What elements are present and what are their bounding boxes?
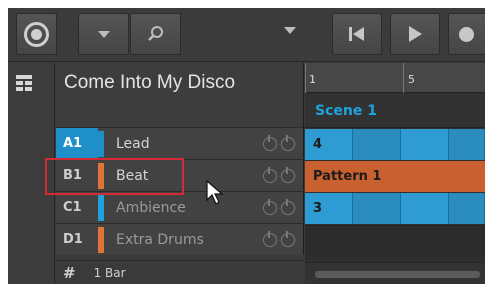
solo-icon[interactable] <box>281 199 295 215</box>
group-id: D1 <box>63 232 83 247</box>
solo-icon[interactable] <box>281 231 295 247</box>
group-name: Ambience <box>116 199 186 216</box>
skip-back-icon <box>349 27 364 41</box>
group-id: A1 <box>56 128 98 159</box>
clip-cell[interactable] <box>449 193 485 224</box>
clip-label: 4 <box>313 137 323 152</box>
solo-icon[interactable] <box>281 167 295 183</box>
top-toolbar <box>8 8 485 62</box>
mute-icon[interactable] <box>263 167 277 183</box>
clip-track-a1[interactable]: 4 <box>305 129 485 160</box>
clip-cell[interactable] <box>449 129 485 160</box>
pattern-clip-label: Pattern 1 <box>313 169 382 184</box>
skip-back-button[interactable] <box>332 13 382 55</box>
mouse-pointer-icon <box>206 180 224 205</box>
group-row-d1[interactable]: D1 Extra Drums <box>56 223 304 255</box>
arranger-area: 1 5 Scene 1 4 Pattern 1 3 <box>305 63 485 284</box>
pattern-length-bar[interactable]: # 1 Bar <box>56 260 304 284</box>
mute-icon[interactable] <box>263 135 277 151</box>
clip-track-d1[interactable] <box>305 225 485 256</box>
grid-hash-icon: # <box>63 263 76 282</box>
clip-track-c1[interactable]: 3 <box>305 193 485 224</box>
group-color-swatch <box>98 131 104 157</box>
play-icon <box>409 26 422 42</box>
group-name: Lead <box>116 135 150 152</box>
timeline-ruler[interactable]: 1 5 <box>305 63 485 93</box>
group-id: C1 <box>63 200 82 215</box>
project-header[interactable]: Come Into My Disco <box>56 63 304 127</box>
clip-cell[interactable]: 3 <box>305 193 353 224</box>
project-menu-chevron-icon[interactable] <box>284 27 296 34</box>
scene-lane[interactable]: Scene 1 <box>305 94 485 128</box>
clip-cell[interactable] <box>353 193 401 224</box>
group-color-swatch <box>98 227 104 253</box>
menu-dropdown-button[interactable] <box>78 13 129 55</box>
maschine-app-window: Come Into My Disco A1 Lead B1 Beat C1 Am… <box>8 8 485 284</box>
arranger-view-icon[interactable] <box>16 75 32 91</box>
scrollbar-thumb[interactable] <box>315 271 480 278</box>
chevron-down-icon <box>97 30 110 38</box>
ruler-mark: 1 <box>309 73 316 86</box>
group-color-swatch <box>98 195 104 221</box>
pattern-length-value: 1 Bar <box>93 265 126 280</box>
group-row-c1[interactable]: C1 Ambience <box>56 191 304 223</box>
project-title: Come Into My Disco <box>64 72 236 93</box>
play-button[interactable] <box>390 13 440 55</box>
clip-cell[interactable]: 4 <box>305 129 353 160</box>
record-button[interactable] <box>448 13 485 55</box>
group-row-a1[interactable]: A1 Lead <box>56 127 304 159</box>
mute-icon[interactable] <box>263 231 277 247</box>
horizontal-scrollbar[interactable] <box>305 262 485 284</box>
ruler-mark: 5 <box>408 73 415 86</box>
maschine-logo-icon <box>24 21 49 47</box>
search-icon <box>147 26 163 41</box>
clip-cell[interactable] <box>401 193 449 224</box>
clip-cell[interactable] <box>401 129 449 160</box>
mute-icon[interactable] <box>263 199 277 215</box>
highlight-box <box>45 158 184 195</box>
maschine-logo-button[interactable] <box>16 13 57 55</box>
clip-cell[interactable] <box>353 129 401 160</box>
group-name: Extra Drums <box>116 231 204 248</box>
browser-search-button[interactable] <box>130 13 181 55</box>
clip-label: 3 <box>313 201 323 216</box>
clip-track-b1[interactable]: Pattern 1 <box>305 161 485 192</box>
solo-icon[interactable] <box>281 135 295 151</box>
record-icon <box>458 26 474 42</box>
scene-label: Scene 1 <box>315 102 377 119</box>
